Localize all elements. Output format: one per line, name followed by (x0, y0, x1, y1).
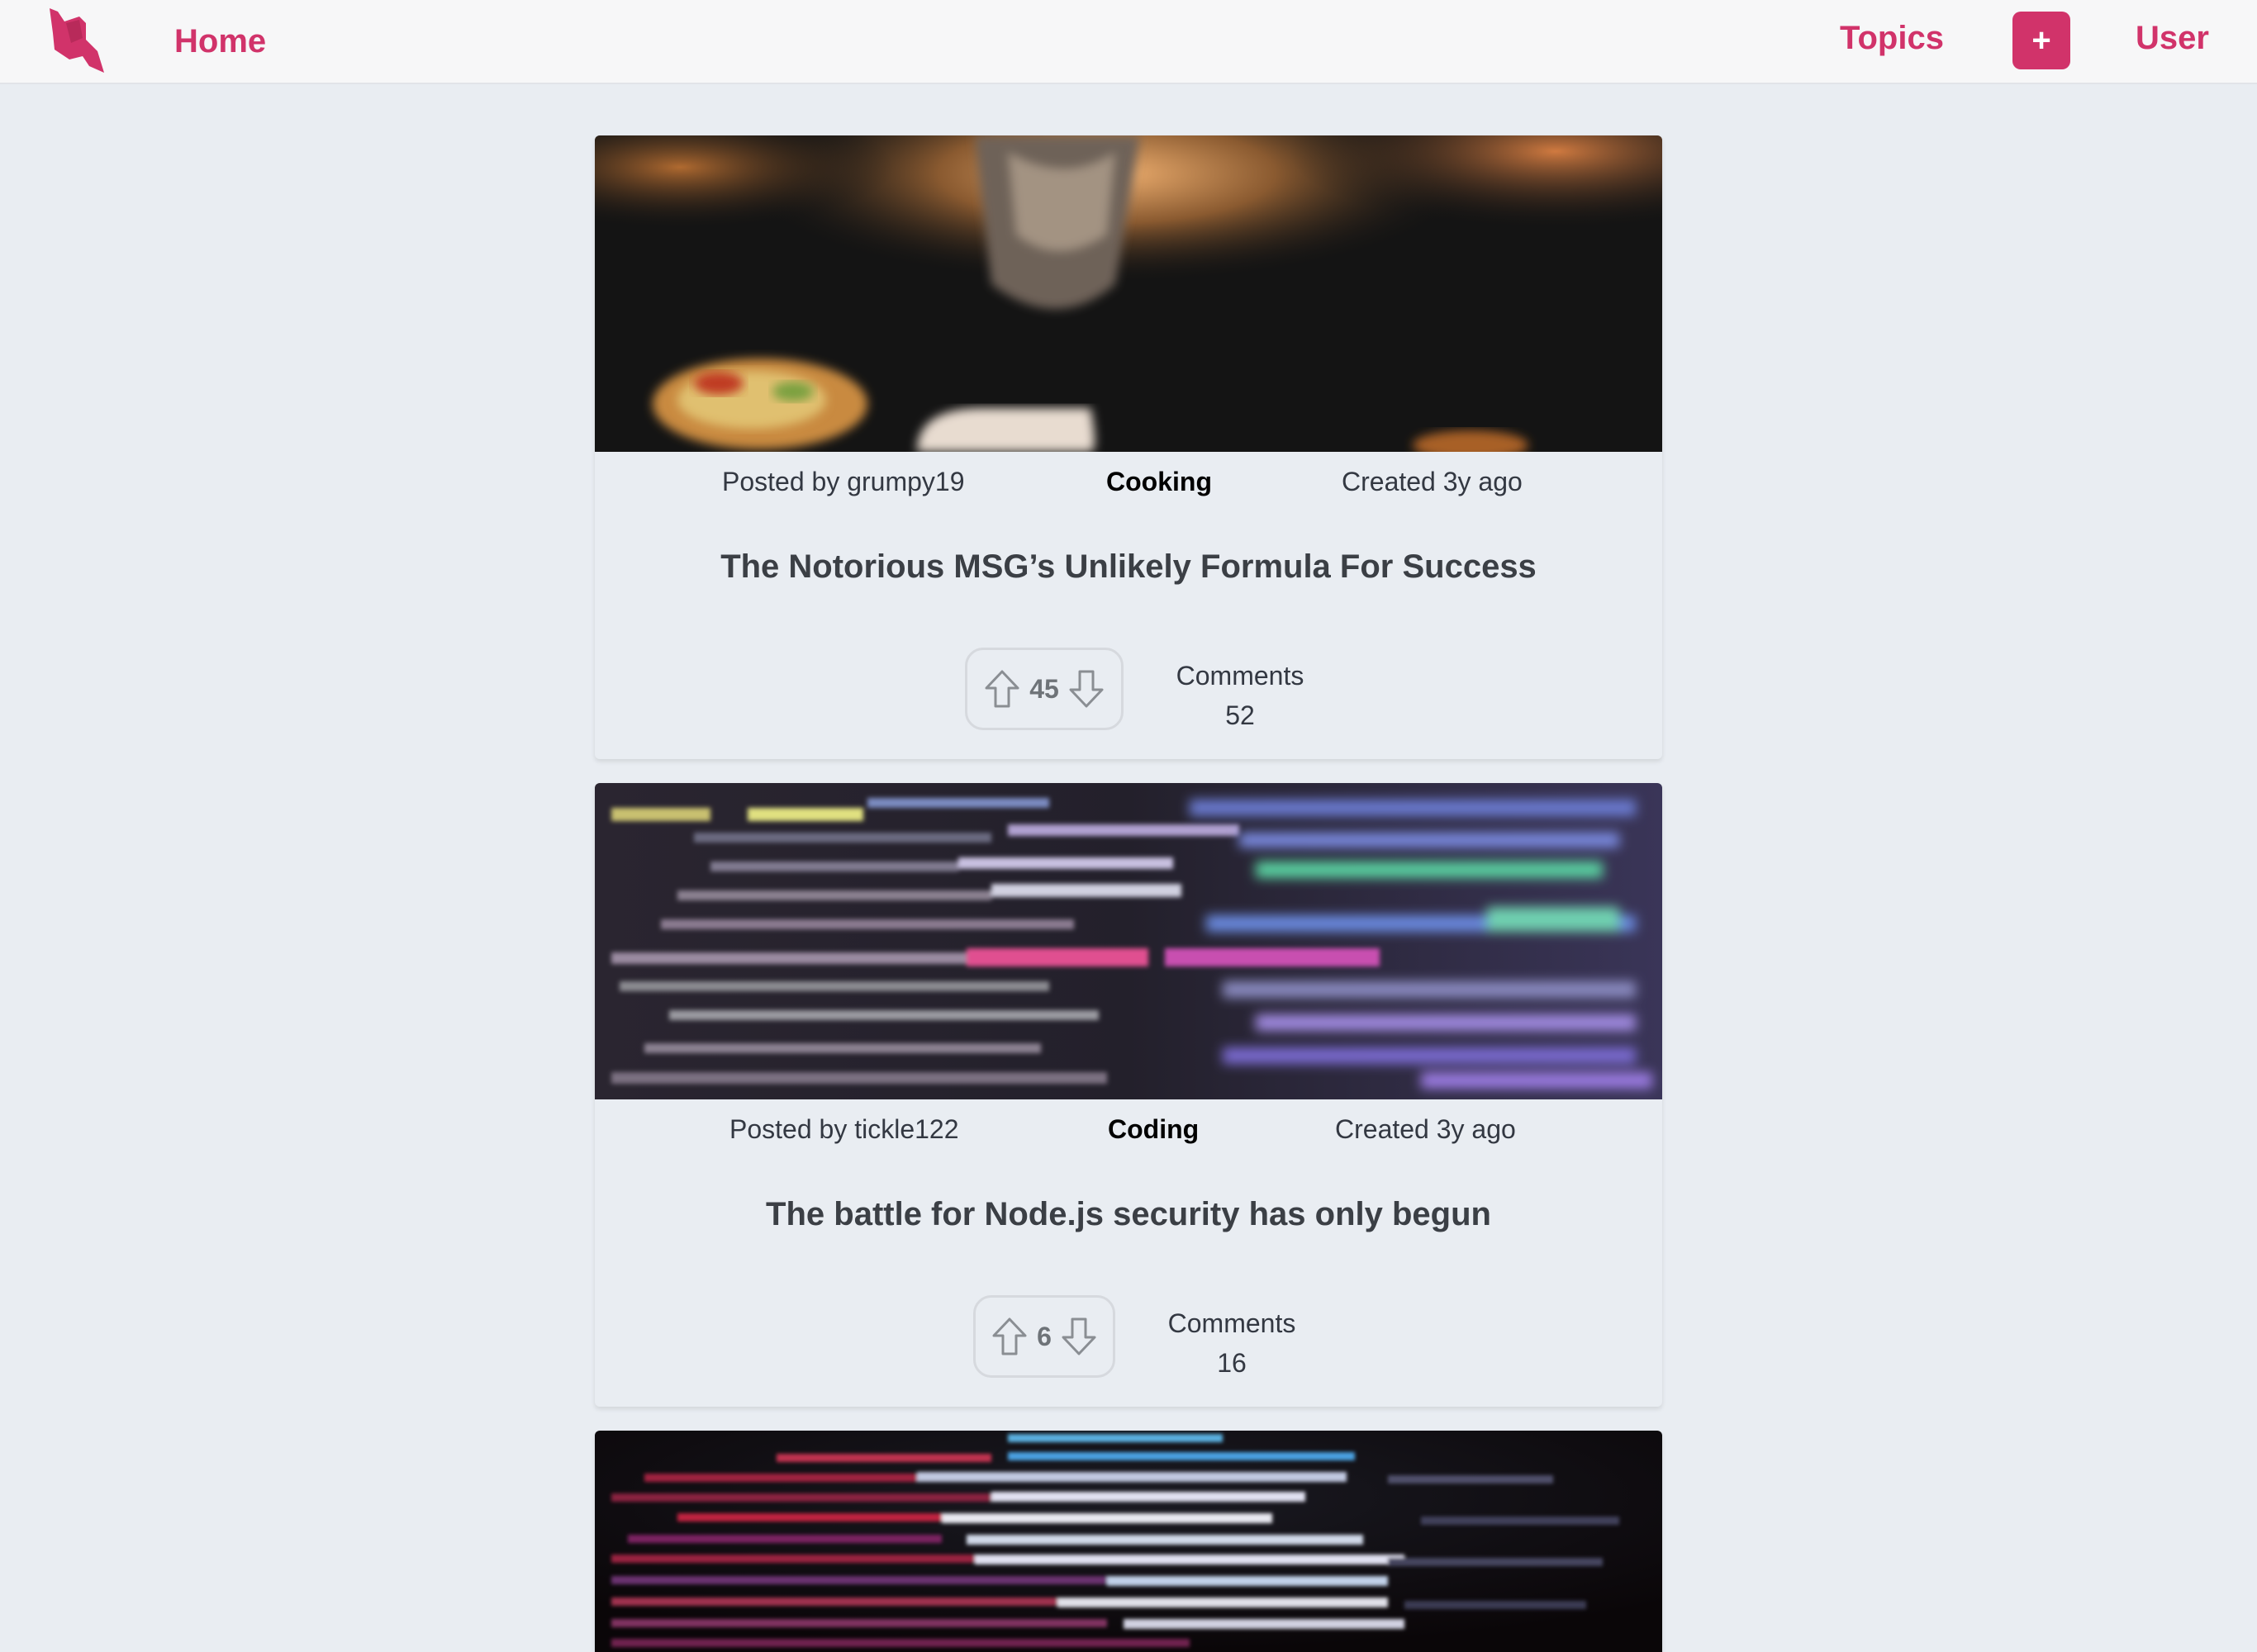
post-created-time: Created 3y ago (1342, 467, 1523, 496)
article-card[interactable]: Posted by grumpy19 Cooking Created 3y ag… (595, 135, 1662, 759)
book-logo-icon[interactable] (46, 5, 109, 78)
nav-home-link[interactable]: Home (174, 25, 266, 58)
comments-count: 16 (1217, 1348, 1247, 1378)
comments-label: Comments (1176, 661, 1304, 691)
code-photo-dark[interactable] (595, 1431, 1662, 1652)
post-created-time: Created 3y ago (1335, 1114, 1516, 1144)
comments-label: Comments (1167, 1308, 1296, 1338)
post-author: Posted by grumpy19 (722, 467, 965, 496)
article-card[interactable]: Posted by tickle122 Coding Created 3y ag… (595, 783, 1662, 1407)
comments-count: 52 (1225, 700, 1255, 730)
comments-link[interactable]: Comments 16 (1149, 1303, 1314, 1383)
vote-box: 45 (965, 648, 1124, 730)
code-photo[interactable] (595, 783, 1662, 1099)
vote-count: 45 (1029, 674, 1059, 704)
nav-user-link[interactable]: User (2136, 21, 2209, 55)
downvote-arrow-icon[interactable] (1060, 1316, 1098, 1357)
post-author: Posted by tickle122 (729, 1114, 959, 1144)
add-post-button[interactable]: + (2012, 12, 2070, 69)
upvote-arrow-icon[interactable] (991, 1316, 1029, 1357)
comments-link[interactable]: Comments 52 (1157, 656, 1323, 735)
downvote-arrow-icon[interactable] (1067, 668, 1105, 710)
post-title-link[interactable]: The battle for Node.js security has only… (595, 1198, 1662, 1231)
article-card[interactable] (595, 1431, 1662, 1652)
post-topic-link[interactable]: Coding (1108, 1116, 1199, 1142)
post-topic-link[interactable]: Cooking (1106, 468, 1212, 495)
nav-topics-link[interactable]: Topics (1840, 21, 1944, 55)
post-title-link[interactable]: The Notorious MSG’s Unlikely Formula For… (595, 550, 1662, 583)
cooking-photo[interactable] (595, 135, 1662, 452)
top-navbar: Home Topics + User (0, 0, 2257, 84)
vote-count: 6 (1037, 1322, 1052, 1351)
upvote-arrow-icon[interactable] (983, 668, 1021, 710)
vote-box: 6 (973, 1295, 1115, 1378)
